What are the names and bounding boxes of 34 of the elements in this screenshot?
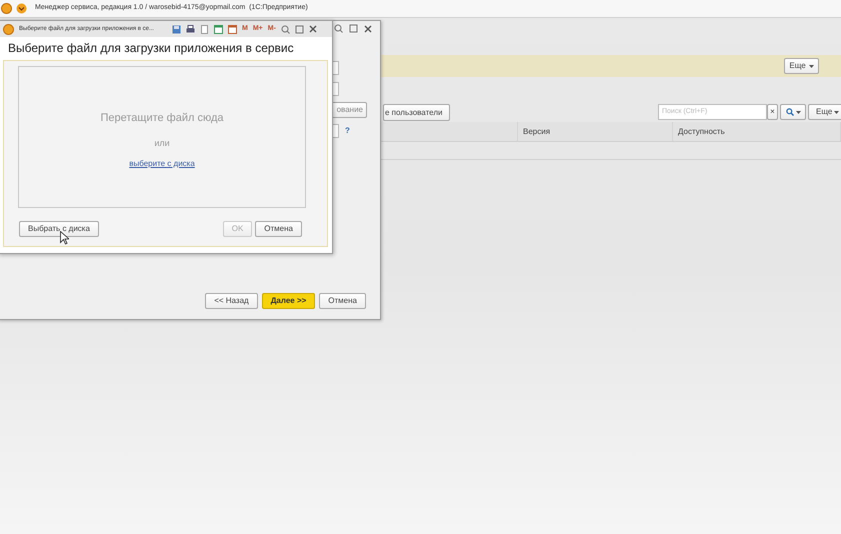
column-header[interactable]: Доступность — [673, 122, 841, 141]
wizard-button[interactable]: Далее >> — [262, 293, 316, 309]
more-button[interactable]: Еще — [784, 58, 819, 74]
help-link[interactable]: ? — [345, 125, 350, 137]
search-icon — [786, 108, 794, 116]
more-button[interactable]: Еще — [808, 104, 841, 120]
zoom-icon[interactable] — [334, 24, 343, 33]
dialog-button[interactable]: Отмена — [255, 221, 302, 237]
maximize-icon[interactable] — [294, 24, 304, 34]
caret-icon — [808, 64, 814, 68]
document-icon[interactable] — [200, 24, 209, 34]
zoom-icon[interactable] — [280, 24, 290, 34]
app-logo-icon — [3, 24, 14, 34]
or-label: или — [154, 136, 170, 150]
close-icon[interactable] — [364, 24, 372, 32]
choose-from-disk-link[interactable]: выберите с диска — [129, 158, 195, 170]
caret-icon — [796, 110, 800, 114]
menu-icon[interactable] — [16, 3, 27, 14]
clear-button[interactable]: × — [767, 104, 778, 120]
caret-icon — [834, 110, 840, 114]
dialog-heading: Выберите файл для загрузки приложения в сервис — [7, 40, 295, 57]
print-icon[interactable] — [186, 24, 195, 34]
users-button[interactable]: е пользователи — [383, 104, 450, 121]
wizard-button[interactable]: Отмена — [319, 293, 366, 309]
drop-area[interactable]: Перетащите файл сюда или выберите с диска — [18, 66, 306, 208]
save-icon[interactable] — [172, 24, 181, 34]
search-button[interactable] — [780, 104, 806, 120]
maximize-icon[interactable] — [349, 24, 358, 33]
dialog-button[interactable]: Выбрать с диска — [19, 221, 99, 237]
column-header[interactable]: Версия — [518, 122, 673, 141]
close-icon[interactable] — [308, 25, 317, 33]
drop-hint: Перетащите файл сюда — [100, 111, 224, 126]
wizard-button[interactable]: << Назад — [205, 293, 258, 309]
app-logo-icon — [1, 3, 12, 14]
